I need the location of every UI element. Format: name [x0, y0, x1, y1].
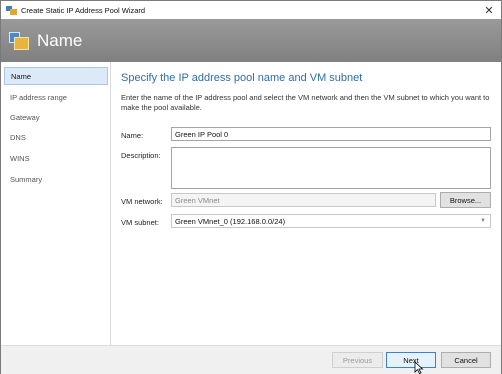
chevron-down-icon: ▼	[480, 218, 486, 224]
page-banner: Name	[1, 19, 501, 62]
main-content: Specify the IP address pool name and VM …	[111, 62, 501, 345]
name-input[interactable]: Green IP Pool 0	[171, 127, 491, 141]
sidebar-item-label: WINS	[10, 153, 30, 163]
title-bar: Create Static IP Address Pool Wizard ✕	[1, 1, 501, 19]
page-title: Name	[37, 30, 83, 50]
vm-subnet-select[interactable]: Green VMnet_0 (192.168.0.0/24) ▼	[171, 214, 491, 228]
section-description: Enter the name of the IP address pool an…	[121, 93, 490, 112]
sidebar-item-label: Gateway	[10, 112, 40, 122]
sidebar-item-label: DNS	[10, 132, 26, 142]
vm-subnet-label: VM subnet:	[121, 218, 159, 227]
sidebar-item-summary[interactable]: Summary	[4, 170, 108, 188]
ip-pool-wizard-icon	[9, 31, 29, 51]
browse-button[interactable]: Browse...	[440, 192, 491, 208]
section-heading: Specify the IP address pool name and VM …	[121, 72, 363, 84]
name-label: Name:	[121, 131, 144, 140]
sidebar-item-label: Summary	[10, 174, 43, 184]
wizard-app-icon	[6, 5, 17, 15]
vm-network-label: VM network:	[121, 197, 163, 206]
next-button[interactable]: Next	[386, 352, 436, 368]
cancel-button[interactable]: Cancel	[441, 352, 491, 368]
sidebar-item-wins[interactable]: WINS	[4, 149, 108, 167]
close-icon[interactable]: ✕	[481, 3, 497, 17]
wizard-footer: Previous Next Cancel	[1, 345, 501, 374]
mouse-pointer-icon	[414, 361, 424, 374]
sidebar-item-dns[interactable]: DNS	[4, 128, 108, 146]
previous-button[interactable]: Previous	[332, 352, 383, 368]
window-title: Create Static IP Address Pool Wizard	[21, 5, 146, 15]
vm-network-field: Green VMnet	[171, 193, 436, 207]
sidebar-item-gateway[interactable]: Gateway	[4, 108, 108, 126]
sidebar-item-label: IP address range	[10, 92, 67, 102]
sidebar-item-label: Name	[11, 71, 32, 81]
wizard-window: Create Static IP Address Pool Wizard ✕ N…	[0, 0, 502, 374]
sidebar-item-name[interactable]: Name	[4, 67, 108, 85]
wizard-steps-sidebar: Name IP address range Gateway DNS WINS S…	[1, 62, 111, 345]
description-textarea[interactable]	[171, 147, 491, 189]
description-label: Description:	[121, 151, 161, 160]
vm-subnet-value: Green VMnet_0 (192.168.0.0/24)	[175, 216, 286, 226]
sidebar-item-ip-address-range[interactable]: IP address range	[4, 88, 108, 106]
